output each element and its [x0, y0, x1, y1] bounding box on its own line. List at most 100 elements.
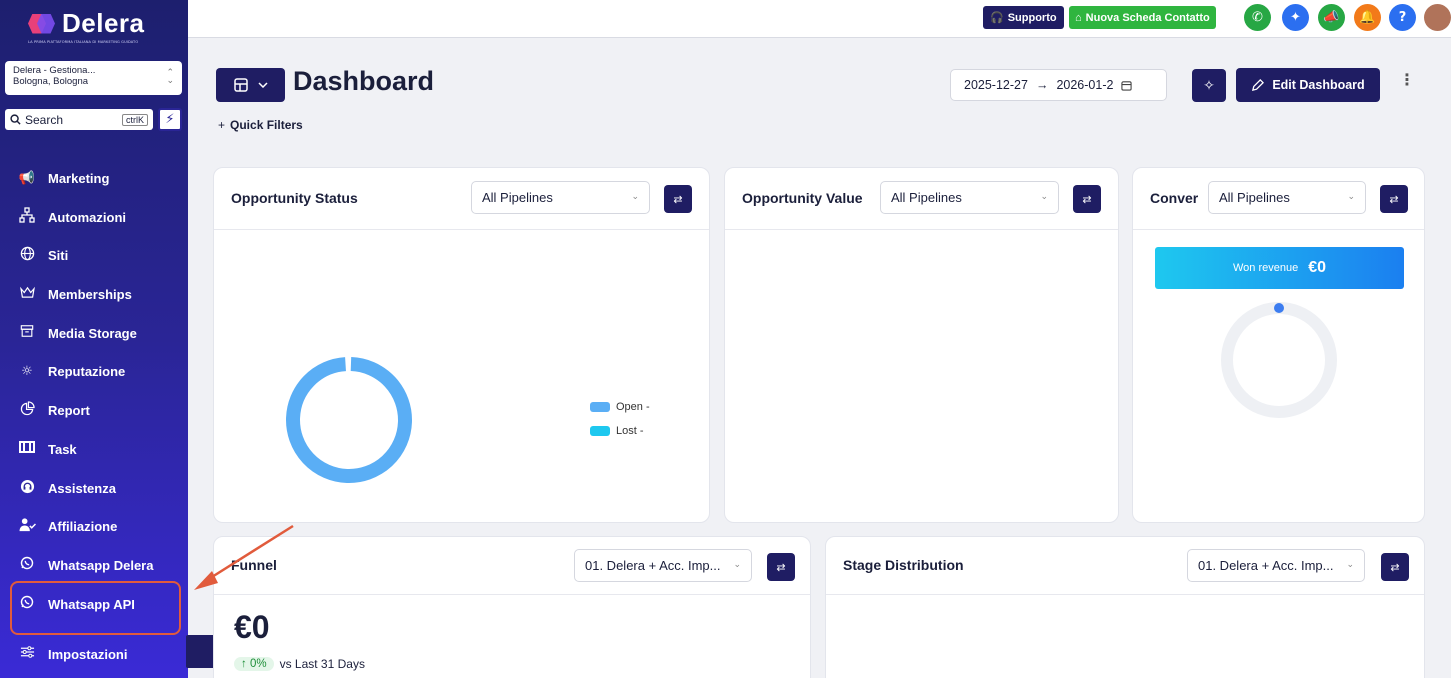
sidebar-item-media-storage[interactable]: Media Storage: [18, 321, 137, 345]
location-name: Delera - Gestiona...: [13, 65, 96, 76]
card-header: Stage Distribution 01. Delera + Acc. Imp…: [826, 537, 1424, 595]
star-burst-icon: ☼: [21, 363, 33, 379]
sidebar-collapse-button[interactable]: [186, 635, 216, 668]
card-title: Opportunity Value: [742, 190, 863, 206]
legend-swatch: [590, 402, 610, 412]
sidebar-item-assistenza[interactable]: Assistenza: [18, 476, 116, 500]
highlight-annotation: [10, 581, 181, 635]
search-input[interactable]: Search ctrlK: [5, 109, 153, 130]
quick-filters-button[interactable]: + Quick Filters: [218, 118, 303, 132]
edit-dashboard-label: Edit Dashboard: [1272, 78, 1365, 92]
location-switcher[interactable]: Delera - Gestiona... Bologna, Bologna ⌃ ⌄: [5, 61, 182, 95]
date-range-picker[interactable]: 2025-12-27 → 2026-01-2: [950, 69, 1167, 101]
search-label: Search: [25, 112, 64, 127]
opportunity-status-card: Opportunity Status All Pipelines ⌄ ⇄ Ope…: [213, 167, 710, 523]
sidebar-item-label: Report: [48, 402, 90, 418]
sliders-icon: ⇄: [1390, 560, 1400, 574]
select-value: 01. Delera + Acc. Imp...: [1198, 558, 1334, 573]
sliders-icon: ⇄: [1082, 192, 1092, 206]
trend-percent: 0%: [249, 658, 267, 670]
headset-icon: 🎧: [990, 12, 1004, 24]
sliders-icon: ⇄: [673, 192, 683, 206]
sparkle-icon: ✧: [1203, 77, 1215, 94]
quick-filters-label: Quick Filters: [230, 118, 303, 132]
opportunity-status-donut: [286, 357, 412, 483]
widget-settings-button[interactable]: ⇄: [1380, 185, 1408, 213]
select-value: All Pipelines: [482, 190, 553, 205]
pipeline-select[interactable]: 01. Delera + Acc. Imp... ⌄: [574, 549, 752, 582]
pipeline-select[interactable]: All Pipelines ⌄: [1208, 181, 1366, 214]
brand-tagline: LA PRIMA PIATTAFORMA ITALIANA DI MARKETI…: [28, 40, 139, 44]
support-label: Supporto: [1007, 11, 1057, 24]
widget-settings-button[interactable]: ⇄: [1381, 553, 1409, 581]
page-title: Dashboard: [293, 66, 435, 96]
calendar-icon: [1121, 80, 1133, 91]
sidebar-item-reputazione[interactable]: ☼ Reputazione: [18, 359, 125, 383]
ai-sparkle-icon[interactable]: ✦: [1282, 4, 1309, 31]
sidebar-item-label: Siti: [48, 247, 69, 263]
sidebar-item-task[interactable]: Task: [18, 437, 77, 461]
sidebar-item-label: Media Storage: [48, 325, 137, 341]
conversion-gauge: [1221, 302, 1337, 418]
sidebar-item-report[interactable]: Report: [18, 398, 90, 422]
card-title: Conver: [1150, 190, 1199, 206]
chevron-down-icon: ⌄: [1346, 559, 1354, 569]
funnel-card: Funnel 01. Delera + Acc. Imp... ⌄ ⇄ €0 ↑…: [213, 536, 811, 678]
pipeline-select[interactable]: 01. Delera + Acc. Imp... ⌄: [1187, 549, 1365, 582]
more-options-icon[interactable]: ⋮: [1399, 70, 1415, 89]
crown-icon: [18, 286, 36, 303]
avatar[interactable]: [1424, 4, 1451, 31]
sidebar-item-label: Reputazione: [48, 363, 126, 379]
phone-icon[interactable]: ✆: [1244, 4, 1271, 31]
bell-icon[interactable]: 🔔: [1354, 4, 1381, 31]
trend-comparison: vs Last 31 Days: [279, 657, 365, 671]
card-header: Funnel 01. Delera + Acc. Imp... ⌄ ⇄: [214, 537, 810, 595]
new-contact-button[interactable]: ⌂ Nuova Scheda Contatto: [1069, 6, 1216, 29]
legend-label: Open -: [616, 401, 650, 413]
widget-settings-button[interactable]: ⇄: [1073, 185, 1101, 213]
card-header: Opportunity Value All Pipelines ⌄ ⇄: [725, 168, 1118, 230]
date-start: 2025-12-27: [964, 78, 1028, 92]
sidebar-item-impostazioni[interactable]: Impostazioni: [18, 642, 127, 666]
sliders-icon: ⇄: [776, 560, 786, 574]
date-end: 2026-01-2: [1056, 78, 1114, 92]
annotation-arrow: [194, 524, 294, 590]
chevron-down-icon: ⌄: [733, 559, 741, 569]
sidebar-item-label: Whatsapp Delera: [48, 557, 154, 573]
brand-logo[interactable]: Delera: [28, 8, 145, 39]
help-icon[interactable]: ?: [1389, 4, 1416, 31]
arrow-right-icon: →: [1035, 78, 1049, 92]
announcement-icon[interactable]: 📣: [1318, 4, 1345, 31]
quick-actions-button[interactable]: ⚡: [158, 108, 182, 131]
pencil-icon: [1252, 78, 1265, 91]
sidebar-item-label: Marketing: [48, 170, 110, 186]
sliders-icon: ⇄: [1389, 192, 1399, 206]
layout-grid-icon: [233, 78, 248, 92]
dashboard-switcher-button[interactable]: [216, 68, 285, 102]
task-icon: [18, 440, 36, 458]
edit-dashboard-button[interactable]: Edit Dashboard: [1236, 68, 1380, 102]
card-header: Conver All Pipelines ⌄ ⇄: [1133, 168, 1424, 230]
sidebar-item-marketing[interactable]: 📢 Marketing: [18, 166, 110, 190]
pipeline-select[interactable]: All Pipelines ⌄: [880, 181, 1059, 214]
card-header: Opportunity Status All Pipelines ⌄ ⇄: [214, 168, 709, 230]
archive-icon: [18, 324, 36, 342]
logo-mark-icon: [28, 12, 56, 36]
sidebar-item-affiliazione[interactable]: Affiliazione: [18, 514, 117, 538]
won-revenue-label: Won revenue: [1232, 262, 1299, 274]
pipeline-select[interactable]: All Pipelines ⌄: [471, 181, 650, 214]
conversion-card: Conver All Pipelines ⌄ ⇄ Won revenue €0: [1132, 167, 1425, 523]
lightning-icon: ⚡: [165, 112, 175, 127]
widget-settings-button[interactable]: ⇄: [767, 553, 795, 581]
sidebar-item-memberships[interactable]: Memberships: [18, 282, 132, 306]
headset-icon: [18, 479, 36, 498]
sidebar-item-siti[interactable]: Siti: [18, 243, 68, 267]
support-button[interactable]: 🎧 Supporto: [983, 6, 1064, 29]
chevron-down-icon: ⌄: [631, 191, 639, 201]
location-city: Bologna, Bologna: [13, 76, 89, 87]
chevron-down-icon: ⌄: [1040, 191, 1048, 201]
ai-insights-button[interactable]: ✧: [1192, 69, 1226, 102]
sidebar-item-automazioni[interactable]: Automazioni: [18, 205, 126, 229]
sidebar-item-whatsapp-delera[interactable]: Whatsapp Delera: [18, 553, 153, 577]
widget-settings-button[interactable]: ⇄: [664, 185, 692, 213]
